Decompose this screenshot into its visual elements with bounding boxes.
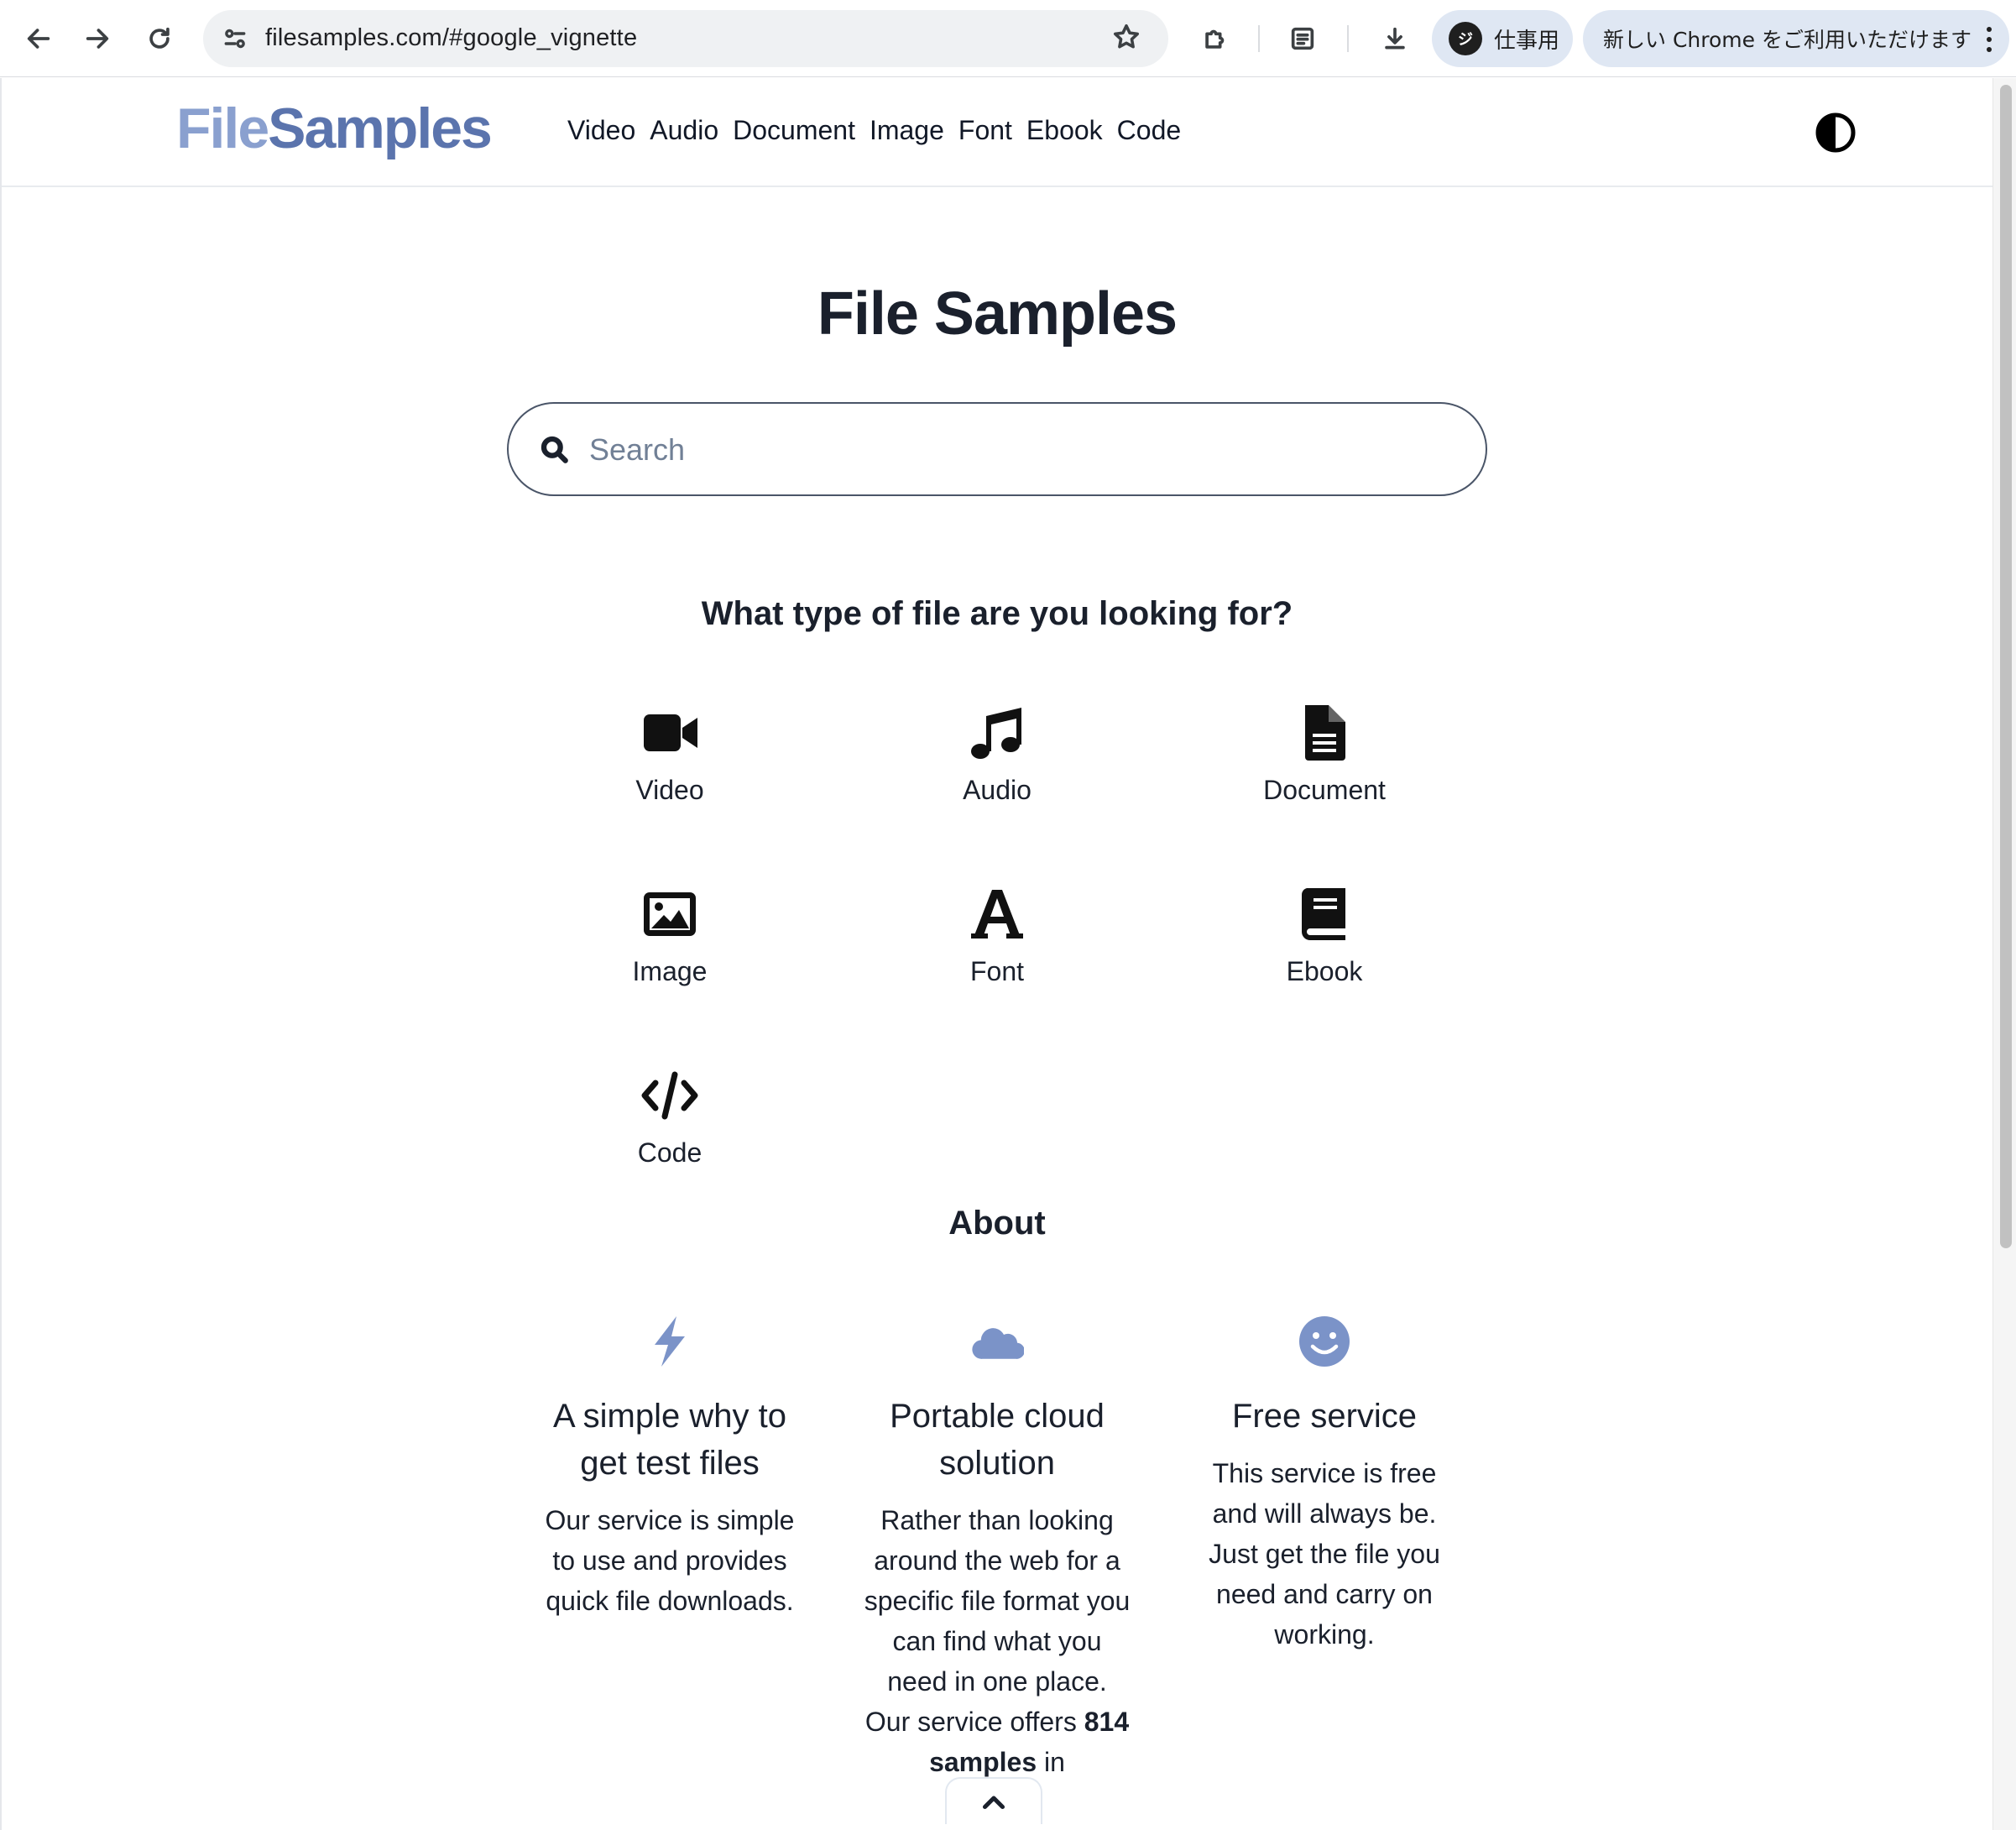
forward-button[interactable] xyxy=(74,15,121,62)
file-type-label: Document xyxy=(1263,775,1386,805)
nav-image[interactable]: Image xyxy=(870,115,944,146)
nav-code[interactable]: Code xyxy=(1117,115,1182,146)
bookmark-button[interactable] xyxy=(1111,22,1145,55)
feature-title: Free service xyxy=(1231,1398,1418,1435)
file-type-label: Video xyxy=(635,775,704,805)
file-type-label: Code xyxy=(637,1137,702,1168)
cloud-icon xyxy=(863,1312,1131,1371)
chevron-up-icon xyxy=(982,1796,1005,1810)
nav-document[interactable]: Document xyxy=(733,115,855,146)
feature-title: Portable cloud solution xyxy=(890,1398,1105,1482)
feature-text: This service is free and will always be.… xyxy=(1209,1458,1440,1650)
about-title: About xyxy=(948,1205,1046,1242)
page-title: File Samples xyxy=(817,280,1178,348)
video-camera-icon xyxy=(636,699,703,766)
nav-font[interactable]: Font xyxy=(958,115,1012,146)
site-logo[interactable]: File Samples xyxy=(176,95,493,162)
search-icon xyxy=(539,434,572,468)
url-text[interactable]: filesamples.com/#google_vignette xyxy=(265,24,637,52)
star-icon xyxy=(1114,24,1139,49)
document-icon xyxy=(1291,699,1358,766)
arrow-left-icon xyxy=(27,29,50,49)
file-type-code[interactable]: Code xyxy=(569,1062,770,1196)
feature-text-part: Rather than looking around the web for a… xyxy=(864,1505,1131,1737)
arrow-right-icon xyxy=(86,29,109,49)
nav-audio[interactable]: Audio xyxy=(650,115,718,146)
toolbar-separator xyxy=(1347,25,1349,52)
site-header: File Samples Video Audio Document Image F… xyxy=(2,78,1992,187)
file-type-label: Ebook xyxy=(1286,956,1363,986)
reload-button[interactable] xyxy=(136,15,183,62)
sample-count-unit: samples xyxy=(929,1747,1037,1777)
file-type-video[interactable]: Video xyxy=(569,699,770,834)
code-icon xyxy=(636,1062,703,1129)
file-type-question: What type of file are you looking for? xyxy=(701,595,1293,632)
feature-text-part: in xyxy=(1037,1747,1065,1777)
book-icon xyxy=(1291,881,1358,948)
file-type-label: Image xyxy=(632,956,708,986)
profile-button[interactable]: ジ 仕事用 xyxy=(1432,10,1573,67)
browser-toolbar: filesamples.com/#google_vignette ジ 仕事用 新… xyxy=(0,0,2016,77)
chrome-update-button[interactable]: 新しい Chrome をご利用いただけます xyxy=(1583,10,2009,67)
profile-label: 仕事用 xyxy=(1494,28,1560,54)
toolbar-separator xyxy=(1258,25,1260,52)
music-note-icon xyxy=(964,699,1031,766)
search-box[interactable] xyxy=(507,402,1487,496)
chrome-update-label: 新しい Chrome をご利用いただけます xyxy=(1603,28,1972,52)
feature-cloud: Portable cloud solution Rather than look… xyxy=(863,1312,1131,1782)
contrast-icon xyxy=(1815,112,1856,153)
logo-part-file: File xyxy=(176,97,269,160)
feature-text: Rather than looking around the web for a… xyxy=(863,1500,1131,1782)
feature-title: A simple why to get test files xyxy=(553,1398,786,1482)
more-menu-icon[interactable] xyxy=(1986,27,1992,52)
reading-list-icon xyxy=(1291,27,1314,50)
theme-toggle-button[interactable] xyxy=(1815,112,1857,154)
file-type-image[interactable]: Image xyxy=(569,881,770,1015)
sample-count: 814 xyxy=(1084,1707,1130,1737)
main-nav: Video Audio Document Image Font Ebook Co… xyxy=(567,115,1181,146)
file-type-label: Font xyxy=(969,956,1025,986)
scrollbar-thumb[interactable] xyxy=(2000,85,2012,1248)
nav-video[interactable]: Video xyxy=(567,115,635,146)
lightning-icon xyxy=(535,1312,804,1371)
reload-icon xyxy=(149,27,170,49)
page-content: File Samples Video Audio Document Image F… xyxy=(2,78,1992,1824)
logo-part-samples: Samples xyxy=(268,97,493,160)
back-button[interactable] xyxy=(15,15,62,62)
file-type-label: Audio xyxy=(963,775,1032,805)
downloads-button[interactable] xyxy=(1371,15,1418,62)
download-icon xyxy=(1385,27,1405,50)
feature-simple: A simple why to get test files Our servi… xyxy=(535,1312,804,1621)
feature-text: Our service is simple to use and provide… xyxy=(545,1505,795,1616)
file-type-font[interactable]: Font xyxy=(896,881,1098,1015)
address-bar[interactable]: filesamples.com/#google_vignette xyxy=(203,10,1168,67)
smiley-icon xyxy=(1190,1312,1459,1371)
tune-icon xyxy=(224,29,246,49)
file-type-document[interactable]: Document xyxy=(1224,699,1425,834)
nav-ebook[interactable]: Ebook xyxy=(1026,115,1103,146)
scrollbar[interactable] xyxy=(1992,78,2016,1830)
search-input[interactable] xyxy=(589,424,1462,476)
file-type-audio[interactable]: Audio xyxy=(896,699,1098,834)
avatar: ジ xyxy=(1449,22,1482,55)
back-to-top-button[interactable] xyxy=(945,1777,1042,1824)
site-info-button[interactable] xyxy=(215,18,255,59)
feature-free: Free service This service is free and wi… xyxy=(1190,1312,1459,1655)
font-icon xyxy=(964,881,1031,948)
puzzle-icon xyxy=(1205,29,1225,49)
image-icon xyxy=(636,881,703,948)
file-type-ebook[interactable]: Ebook xyxy=(1224,881,1425,1015)
reading-list-button[interactable] xyxy=(1279,15,1326,62)
extensions-button[interactable] xyxy=(1192,15,1239,62)
